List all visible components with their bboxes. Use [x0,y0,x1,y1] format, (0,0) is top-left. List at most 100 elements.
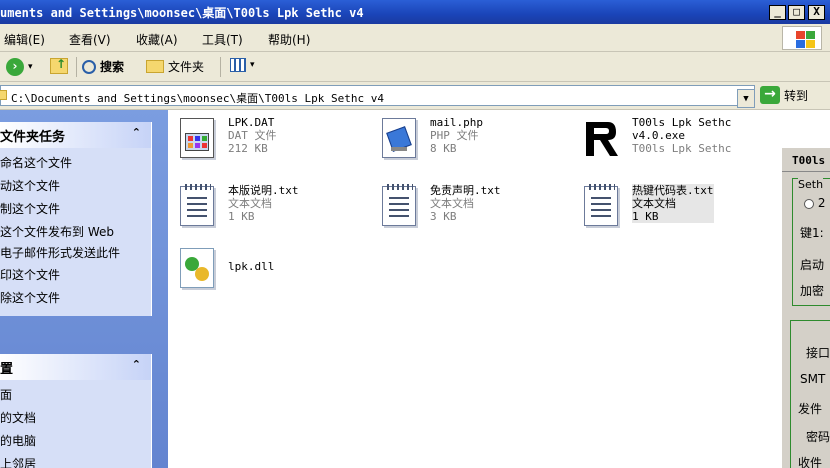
windows-logo-icon [782,26,822,50]
file-tasks-panel: 文件夹任务 ⌃ 命名这个文件 动这个文件 制这个文件 这个文件发布到 Web 电… [0,122,152,316]
close-button[interactable]: X [808,5,825,20]
task-print[interactable]: 印这个文件 [0,264,151,287]
places-panel: 置 ⌃ 面 的文档 的电脑 上邻居 [0,354,152,468]
dropdown-chevron-icon: ▾ [28,62,33,72]
menu-help[interactable]: 帮助(H) [268,31,310,48]
text-file-icon [378,184,422,228]
t00ls-exe-icon [580,116,624,160]
file-item[interactable]: 免责声明.txt 文本文档 3 KB [378,184,501,228]
file-item[interactable]: mail.php PHP 文件 8 KB [378,116,483,160]
menu-bar: 编辑(E) 查看(V) 收藏(A) 工具(T) 帮助(H) [0,24,830,52]
address-dropdown-button[interactable]: ▼ [737,89,755,108]
file-name: 热键代码表.txt [632,184,714,197]
place-my-computer[interactable]: 的电脑 [0,430,151,453]
file-size: 3 KB [430,210,457,223]
file-type: PHP 文件 [430,129,479,142]
places-title: 置 [0,362,14,377]
sender-label: 发件 [798,402,823,416]
file-type: 文本文档 [228,197,272,210]
smtp-label: SMT [800,372,826,386]
search-button[interactable]: 搜索 [82,58,124,75]
maximize-button[interactable]: □ [788,5,805,20]
file-item[interactable]: 本版说明.txt 文本文档 1 KB [176,184,299,228]
receiver-label: 收件 [798,456,823,468]
views-grid-icon [230,58,246,72]
file-tasks-title: 文件夹任务 [0,130,66,145]
file-name: LPK.DAT [228,116,275,129]
option-radio[interactable]: 2 [804,196,825,210]
task-delete[interactable]: 除这个文件 [0,287,151,310]
place-my-documents[interactable]: 的文档 [0,407,151,430]
toolbar-separator [76,57,77,77]
menu-view[interactable]: 查看(V) [69,31,111,48]
task-pane: 文件夹任务 ⌃ 命名这个文件 动这个文件 制这个文件 这个文件发布到 Web 电… [0,110,168,468]
file-name: T00ls Lpk Sethc [632,116,732,129]
encrypt-label: 加密 [800,284,825,298]
file-item[interactable]: lpk.dll [176,246,274,290]
file-item[interactable]: T00ls Lpk Sethc v4.0.exe T00ls Lpk Sethc [580,116,731,160]
task-copy[interactable]: 制这个文件 [0,198,151,221]
folder-icon [0,90,7,100]
places-header[interactable]: 置 ⌃ [0,354,151,380]
file-type: 文本文档 [632,197,676,210]
folders-button[interactable]: 文件夹 [146,58,204,75]
task-move[interactable]: 动这个文件 [0,175,151,198]
file-name: 免责声明.txt [430,184,501,197]
port-label: 接口 [806,346,830,360]
collapse-chevron-icon[interactable]: ⌃ [132,358,141,371]
file-tasks-header[interactable]: 文件夹任务 ⌃ [0,122,151,148]
text-file-icon [176,184,220,228]
php-file-icon [378,116,422,160]
collapse-chevron-icon[interactable]: ⌃ [132,126,141,139]
file-list: LPK.DAT DAT 文件 212 KB mail.php PHP 文件 8 … [168,110,780,468]
place-desktop[interactable]: 面 [0,384,151,407]
file-name: lpk.dll [228,260,275,273]
up-folder-icon: ↑ [50,57,68,74]
goto-label: 转到 [784,88,809,103]
folders-label: 文件夹 [168,60,205,74]
menu-tools[interactable]: 工具(T) [202,31,243,48]
toolbar-separator [220,57,221,77]
password-label: 密码 [806,430,830,444]
minimize-button[interactable]: _ [769,5,786,20]
chevron-down-icon: ▼ [743,94,749,104]
goto-button[interactable]: → 转到 [760,86,808,104]
menu-edit[interactable]: 编辑(E) [4,31,45,48]
address-bar: C:\Documents and Settings\moonsec\桌面\T00… [0,82,830,110]
place-network[interactable]: 上邻居 [0,453,151,468]
task-publish-web[interactable]: 这个文件发布到 Web [0,221,151,244]
file-size: 8 KB [430,142,457,155]
dat-file-icon [176,116,220,160]
file-size: 212 KB [228,142,268,155]
up-folder-button[interactable]: ↑ [50,57,68,74]
views-button[interactable]: ▾ [230,58,255,72]
address-input[interactable]: C:\Documents and Settings\moonsec\桌面\T00… [0,85,755,108]
radio-icon [804,198,814,209]
file-name: 本版说明.txt [228,184,299,197]
file-type: T00ls Lpk Sethc [632,142,732,155]
group-label: Seth [798,178,824,191]
t00ls-dialog: T00ls Seth 2 键1: 启动 加密 接口 SMT 发件 密码 收件 [780,148,830,468]
search-icon [82,59,96,74]
file-name-line2: v4.0.exe [632,129,685,142]
toolbar: › ▾ ↑ 搜索 文件夹 ▾ [0,52,830,82]
task-email[interactable]: 电子邮件形式发送此件 [0,244,130,264]
file-size: 1 KB [228,210,255,223]
task-rename[interactable]: 命名这个文件 [0,152,151,175]
address-path: C:\Documents and Settings\moonsec\桌面\T00… [11,92,384,105]
dropdown-chevron-icon: ▾ [250,60,255,70]
goto-arrow-icon: → [760,86,780,104]
smtp-groupbox [790,320,830,468]
file-name: mail.php [430,116,483,129]
folder-icon [146,60,164,73]
file-size: 1 KB [632,210,659,223]
forward-button[interactable]: › ▾ [6,58,33,76]
text-file-icon [580,184,624,228]
startup-label: 启动 [800,258,825,272]
file-item[interactable]: 热键代码表.txt 文本文档 1 KB [580,184,714,228]
dialog-title: T00ls [782,148,830,172]
menu-favorites[interactable]: 收藏(A) [136,31,178,48]
file-item[interactable]: LPK.DAT DAT 文件 212 KB [176,116,277,160]
dll-file-icon [176,246,220,290]
title-bar[interactable]: uments and Settings\moonsec\桌面\T00ls Lpk… [0,0,830,24]
